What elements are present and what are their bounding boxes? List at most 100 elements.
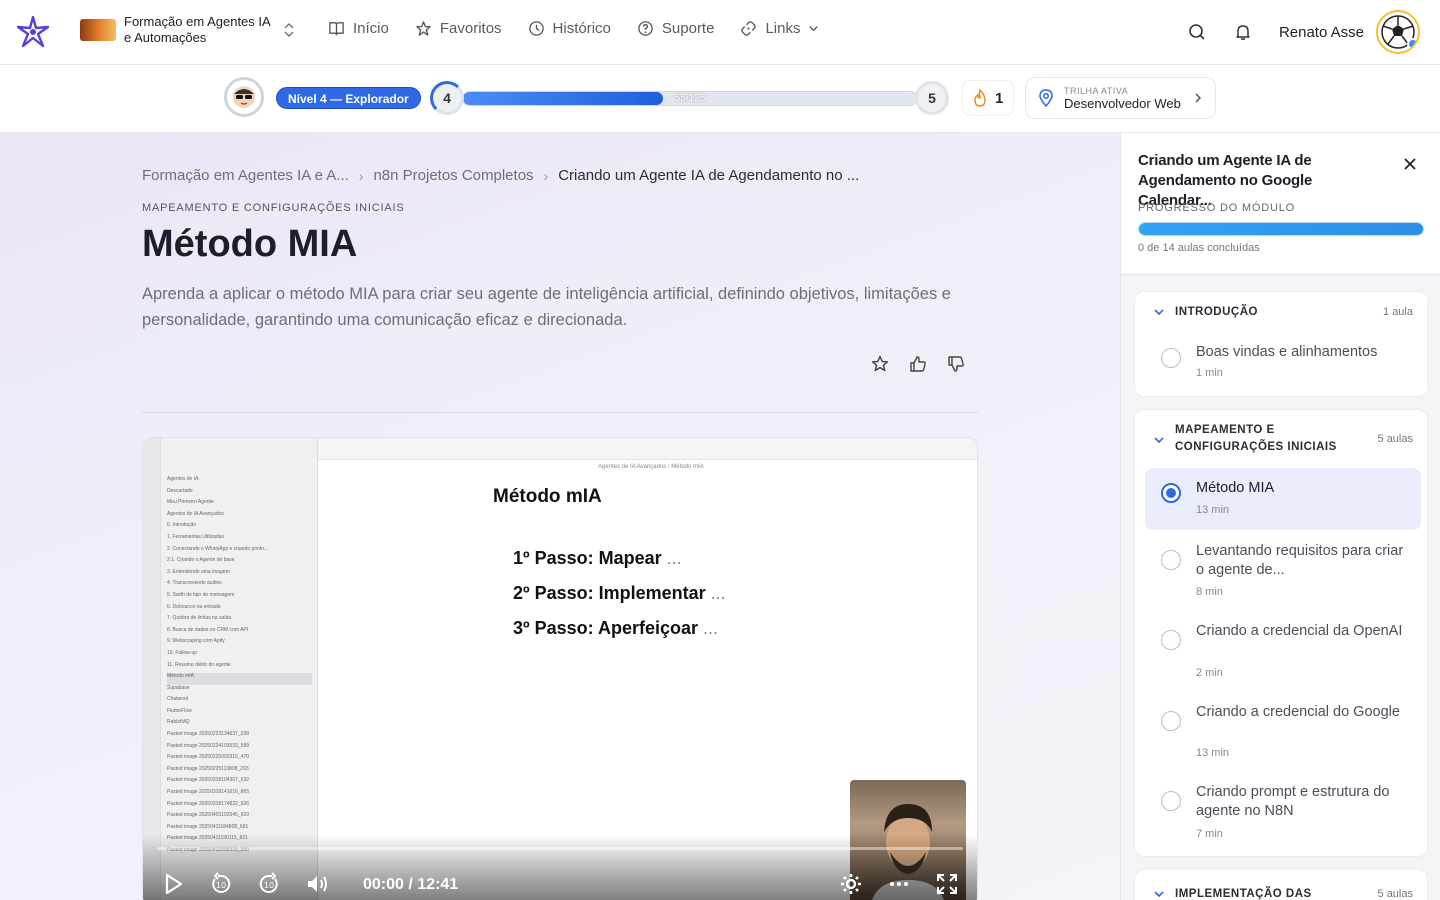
module-progress-text: 0 de 14 aulas concluídas [1138, 242, 1260, 254]
lesson-duration: 7 min [1196, 828, 1223, 840]
video-player[interactable]: Agentes de IA Descartado Meu Primeiro Agen… [142, 437, 978, 900]
active-trail-card[interactable]: TRILHA ATIVA Desenvolvedor Web [1025, 77, 1216, 119]
nav-favoritos-label: Favoritos [439, 20, 502, 37]
lesson-item[interactable]: Criando a credencial da OpenAI 2 min [1145, 616, 1421, 686]
lesson-item[interactable]: Boas vindas e alinhamentos 1 min [1145, 334, 1421, 386]
module-header[interactable]: IMPLEMENTAÇÃO DAS TOOLS [1153, 882, 1355, 900]
trail-label: TRILHA ATIVA [1064, 85, 1129, 96]
lesson-status-radio [1161, 791, 1181, 811]
next-level: 5 [915, 81, 949, 115]
nav-suporte[interactable]: Suporte [637, 20, 714, 37]
lesson-status-radio [1161, 630, 1181, 650]
video-seek-bar[interactable] [157, 847, 963, 850]
lesson-duration: 2 min [1196, 667, 1223, 679]
video-tree-item: 2.1. Criando o Agente de base [167, 557, 235, 564]
map-pin-icon [1039, 89, 1053, 107]
course-thumbnail [80, 19, 116, 41]
divider [142, 412, 978, 413]
video-tree-item: Pasted image 20250318104307_632 [167, 777, 250, 784]
video-time: 00:00 / 12:41 [363, 876, 459, 893]
lesson-item[interactable]: Criando prompt e estrutura do agente no … [1145, 777, 1421, 847]
video-tree-item: 1. Ferramentas Utilizadas [167, 533, 224, 540]
breadcrumb: Formação em Agentes IA e A... › n8n Proj… [142, 167, 859, 184]
video-tree-item: Pasted image 20250225093315_470 [167, 754, 250, 761]
lesson-item[interactable]: Levantando requisitos para criar o agent… [1145, 536, 1421, 606]
trail-value: Desenvolvedor Web [1064, 95, 1181, 111]
book-icon [329, 22, 344, 36]
gamer-avatar [224, 77, 264, 117]
avatar[interactable] [1376, 10, 1420, 54]
fullscreen-button[interactable] [933, 870, 961, 898]
lesson-item-active[interactable]: Método MIA 13 min [1145, 468, 1421, 530]
forward-10-icon: 10 [259, 872, 278, 893]
level-badge: Nível 4 — Explorador [276, 87, 421, 109]
video-tree-item: 0. Introdução [167, 522, 197, 529]
volume-button[interactable] [303, 870, 331, 898]
module-sidebar: Criando um Agente IA de Agendamento no G… [1120, 133, 1440, 900]
video-tree-item: Método mIA [167, 673, 312, 685]
video-tree-item: 4. Transcrevendo áudios [167, 580, 222, 587]
video-tree-item: Agentes de IA Avançados [167, 510, 224, 517]
breadcrumb-course[interactable]: Formação em Agentes IA e A... [142, 167, 349, 184]
settings-button[interactable] [837, 870, 865, 898]
nav-links[interactable]: Links [740, 20, 819, 37]
rewind-10-button[interactable]: 10 [207, 870, 235, 898]
video-tree-item: RabbitMQ [167, 719, 190, 726]
lesson-status-radio [1161, 550, 1181, 570]
course-selector[interactable]: Formação em Agentes IA e Automações [80, 14, 296, 46]
video-doc-title: Método mIA [493, 486, 602, 507]
video-tree-item: Pasted image 20250225113808_293 [167, 765, 249, 772]
xp-text: 55/125 [674, 93, 706, 104]
module-progress-fill [1139, 223, 1423, 235]
chevron-right-icon: › [358, 167, 364, 184]
nav-inicio-label: Início [353, 20, 389, 37]
breadcrumb-module[interactable]: n8n Projetos Completos [373, 167, 533, 184]
more-horizontal-icon [890, 882, 908, 886]
video-tree-item: Descartado [167, 487, 193, 494]
svg-text:10: 10 [216, 881, 226, 890]
play-button[interactable] [159, 870, 187, 898]
user-name[interactable]: Renato Asse [1279, 24, 1364, 41]
brand-logo-icon[interactable] [16, 15, 50, 49]
lesson-title: Criando a credencial da OpenAI [1196, 623, 1403, 639]
video-step-2: 2º Passo: Implementar ... [513, 583, 726, 603]
video-tree-item: 10. Follow-up [167, 649, 198, 656]
favorite-star-icon[interactable] [870, 354, 890, 374]
fullscreen-icon [937, 874, 957, 894]
gear-icon [841, 874, 861, 894]
more-options-button[interactable] [885, 870, 913, 898]
video-obsidian-sidebar: Agentes de IA Descartado Meu Primeiro Agen… [143, 438, 318, 900]
video-tree-item: 5. Swith de tipo de mensagem [167, 591, 235, 598]
module-header[interactable]: MAPEAMENTO E CONFIGURAÇÕES INICIAIS [1153, 422, 1355, 456]
status-badge [1407, 38, 1418, 50]
streak-counter: 1 [962, 80, 1015, 116]
nav-historico[interactable]: Histórico [528, 20, 611, 37]
thumbs-down-icon[interactable] [946, 354, 966, 374]
video-tree-item: 2. Conectando o WhatsApp e criando ponto… [167, 545, 269, 552]
star-icon [416, 21, 431, 36]
lesson-duration: 8 min [1196, 586, 1223, 598]
lesson-main: Formação em Agentes IA e A... › n8n Proj… [0, 133, 1120, 900]
lesson-title: Criando a credencial do Google [1196, 704, 1400, 720]
lesson-duration: 13 min [1196, 504, 1230, 516]
module-header[interactable]: INTRODUÇÃO [1153, 304, 1355, 321]
page-title: Método MIA [142, 223, 358, 265]
thumbs-up-icon[interactable] [908, 354, 928, 374]
module-introducao: INTRODUÇÃO 1 aula Boas vindas e alinhame… [1134, 291, 1428, 397]
close-icon[interactable] [1401, 155, 1419, 173]
lesson-title: Levantando requisitos para criar o agent… [1196, 543, 1404, 578]
bell-icon[interactable] [1233, 22, 1253, 42]
course-name: Formação em Agentes IA e Automações [124, 14, 270, 45]
lesson-item[interactable]: Criando a credencial do Google 13 min [1145, 697, 1421, 767]
module-name: IMPLEMENTAÇÃO DAS TOOLS [1175, 888, 1312, 900]
lesson-description: Aprenda a aplicar o método MIA para cria… [142, 285, 951, 329]
chevron-updown-icon [284, 22, 294, 38]
nav-inicio[interactable]: Início [328, 20, 389, 37]
video-controls: 10 10 00:00 / 12:41 [143, 834, 977, 900]
play-icon [165, 873, 183, 895]
video-step-1: 1º Passo: Mapear ... [513, 548, 682, 568]
nav-favoritos[interactable]: Favoritos [415, 20, 502, 37]
forward-10-button[interactable]: 10 [255, 870, 283, 898]
search-icon[interactable] [1187, 22, 1207, 42]
module-progress-label: PROGRESSO DO MÓDULO [1138, 202, 1295, 214]
